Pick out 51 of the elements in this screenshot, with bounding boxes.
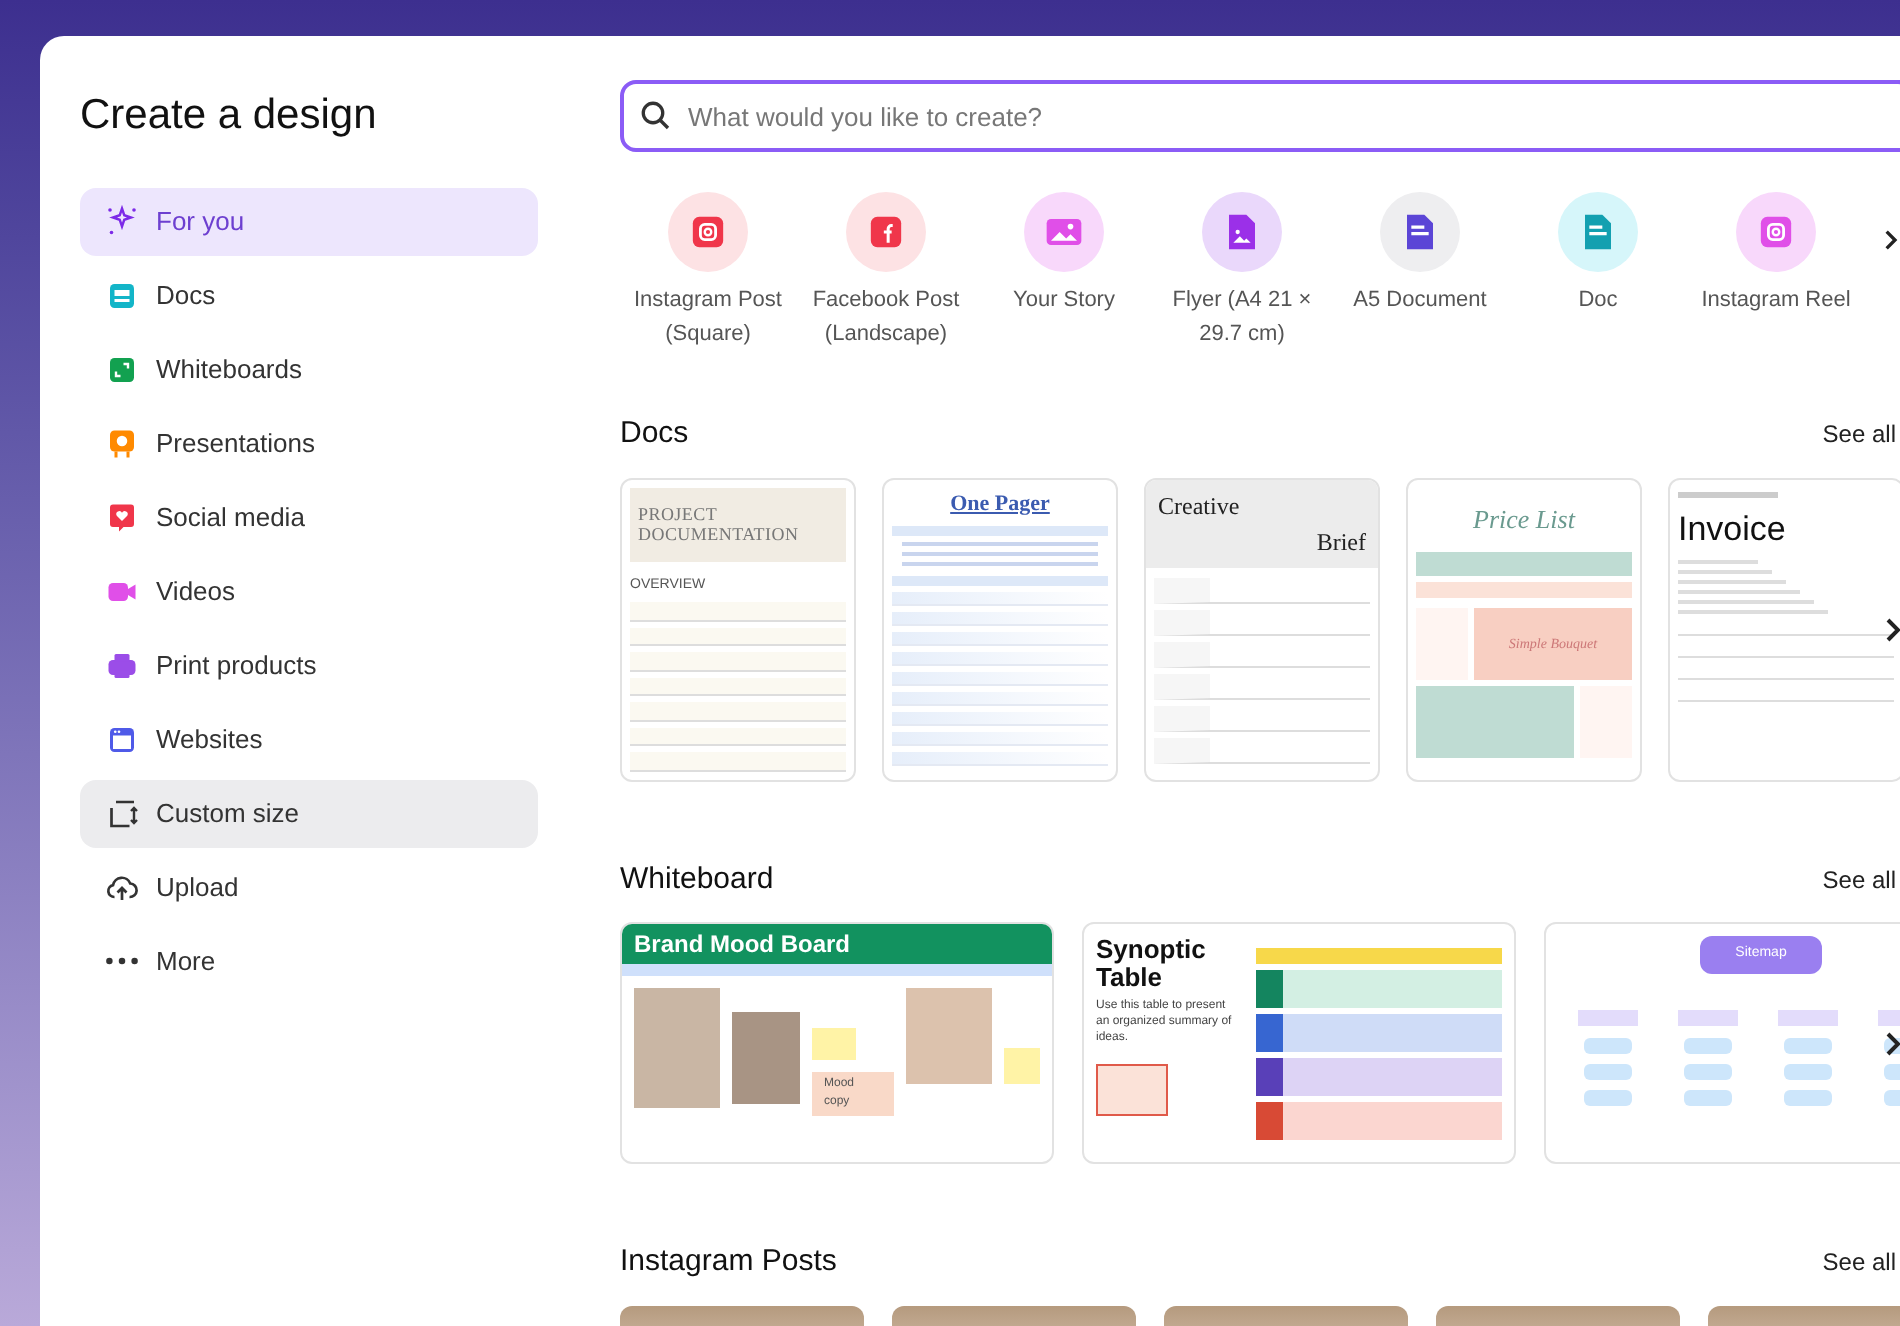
photo-placeholder <box>905 988 993 1084</box>
see-all-link[interactable]: See all <box>1822 861 1896 898</box>
sidebar-item[interactable]: Presentations <box>80 409 538 477</box>
template-title: Price List <box>1471 501 1578 537</box>
doc-template-card[interactable]: Creative Brief <box>1144 477 1380 781</box>
search-icon <box>638 98 674 134</box>
sidebar-item[interactable]: Social media <box>80 483 538 551</box>
sidebar-item[interactable]: Whiteboards <box>80 335 538 403</box>
template-title: One Pager <box>948 489 1052 519</box>
template-title: Invoice <box>1678 507 1788 551</box>
quick-create-item[interactable]: Flyer (A4 21 × 29.7 cm) <box>1154 192 1330 352</box>
sticky-note <box>811 1028 856 1060</box>
template-title: PROJECT DOCUMENTATION <box>638 504 801 545</box>
template-title: Brand Mood Board <box>634 928 850 962</box>
sidebar-item[interactable]: Custom size <box>80 779 538 847</box>
sticky-note <box>1004 1048 1040 1084</box>
search-field[interactable]: What would you like to create? <box>620 80 1900 152</box>
quick-create-item[interactable]: Your Story <box>976 192 1152 352</box>
template-subtitle: Brief <box>1316 525 1366 559</box>
sidebar-item[interactable]: Docs <box>80 261 538 329</box>
template-title: Synoptic Table <box>1096 936 1208 992</box>
dialog-title: Create a design <box>80 90 379 142</box>
quick-create-item[interactable]: Instagram Post (Square) <box>620 192 796 352</box>
text-line <box>1678 491 1778 497</box>
sidebar-item[interactable]: Upload <box>80 853 538 921</box>
sidebar-item[interactable]: Print products <box>80 631 538 699</box>
sidebar-item[interactable]: Videos <box>80 557 538 625</box>
notebook-drawing <box>1096 1064 1168 1116</box>
sidebar-item[interactable]: For you <box>80 187 538 255</box>
photo-placeholder <box>634 988 721 1108</box>
quick-create-item[interactable]: Instagram Reel <box>1688 192 1864 352</box>
quick-create-item[interactable]: Doc <box>1510 192 1686 352</box>
section-heading: Docs <box>620 414 689 454</box>
doc-template-card[interactable]: Invoice <box>1668 477 1900 781</box>
doc-template-card[interactable]: One Pager <box>882 477 1118 781</box>
see-all-link[interactable]: See all <box>1822 1244 1896 1281</box>
photo-placeholder <box>732 1012 800 1104</box>
text-line <box>1678 600 1814 604</box>
see-all-link[interactable]: See all <box>1822 416 1896 453</box>
quick-create-item[interactable]: A5 Document <box>1332 192 1508 352</box>
text-line <box>1678 570 1772 574</box>
text-line <box>1678 560 1758 564</box>
sidebar-item[interactable]: More <box>80 927 538 995</box>
section-heading: Instagram Posts <box>620 1242 837 1282</box>
chevron-right-icon[interactable] <box>1880 226 1900 254</box>
template-title: Creative <box>1158 489 1242 523</box>
text-line <box>1678 590 1800 594</box>
section-heading: Whiteboard <box>620 859 774 899</box>
sidebar-item[interactable]: Websites <box>80 705 538 773</box>
text-line <box>1678 580 1786 584</box>
quick-create-item[interactable]: Facebook Post (Landscape) <box>798 192 974 352</box>
